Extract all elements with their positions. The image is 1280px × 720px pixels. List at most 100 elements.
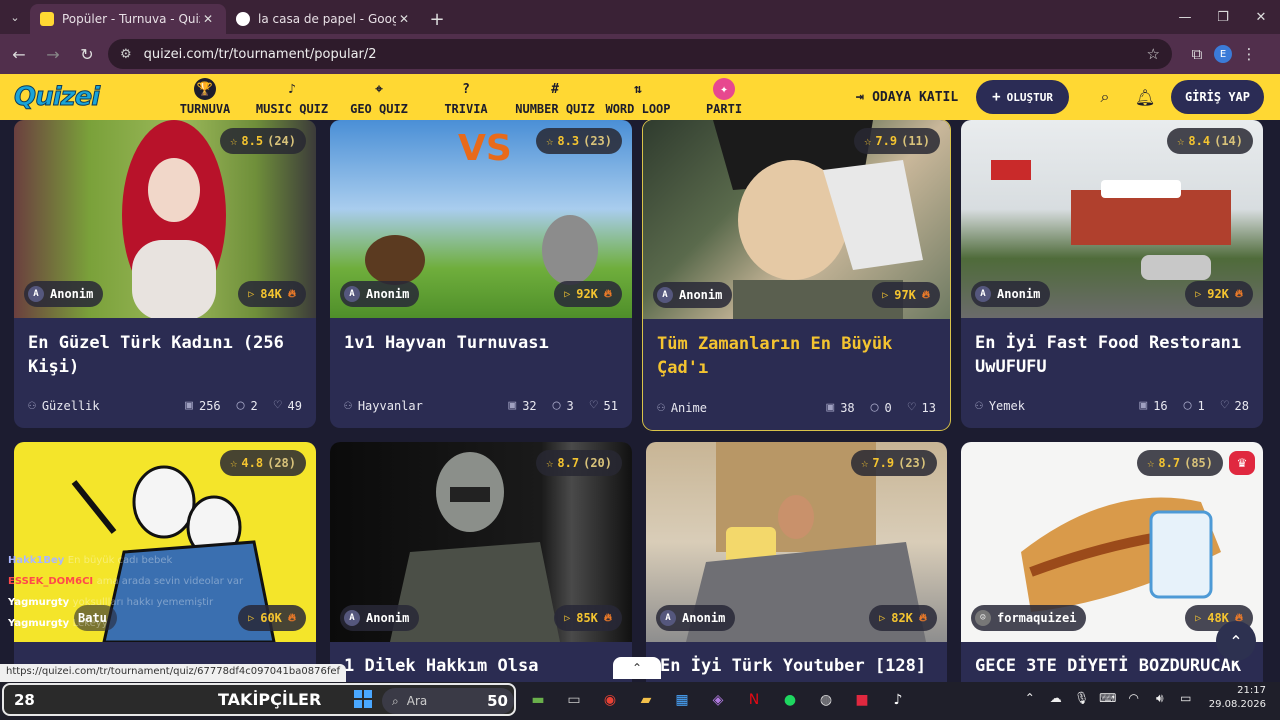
nav-label: GEO QUIZ xyxy=(350,102,408,116)
chevron-up-icon[interactable]: ⌃ xyxy=(613,657,661,679)
bell-icon[interactable]: 🔔︎ xyxy=(1125,88,1165,107)
clock-time: 21:17 xyxy=(1237,685,1266,696)
nav-geo-quiz[interactable]: ⌖ GEO QUIZ xyxy=(338,74,420,120)
extensions-icon[interactable]: ⧉ xyxy=(1180,45,1214,63)
author-chip[interactable]: A Anonim xyxy=(24,281,104,307)
comment-icon: ◯ xyxy=(1183,398,1192,413)
nav-music-quiz[interactable]: ♪ MUSIC QUIZ xyxy=(246,74,338,120)
landscape-widget-icon[interactable]: ▬ xyxy=(520,686,556,714)
keyboard-icon[interactable]: ⌨ xyxy=(1095,691,1121,705)
card-title[interactable]: 1v1 Hayvan Turnuvası xyxy=(344,331,620,355)
category[interactable]: ⚇ Güzellik xyxy=(28,398,169,413)
battery-icon[interactable]: ▭ xyxy=(1173,691,1199,705)
card-title[interactable]: En İyi Türk Youtuber [128] xyxy=(660,654,935,678)
search-icon: ⌕ xyxy=(392,693,399,708)
recorder-icon[interactable]: ■ xyxy=(844,686,880,714)
author-chip[interactable]: A Anonim xyxy=(971,281,1051,307)
category[interactable]: ⚇ Anime xyxy=(657,400,810,415)
login-arrow-icon: ⇥ xyxy=(855,89,865,105)
like-count[interactable]: ♡ 51 xyxy=(590,398,618,413)
address-bar[interactable]: ⚙ quizei.com/tr/tournament/popular/2 ☆ xyxy=(108,39,1172,69)
category[interactable]: ⚇ Yemek xyxy=(975,398,1123,413)
windows-start-icon[interactable] xyxy=(354,690,372,708)
browser-tab-strip: ⌄ Popüler - Turnuva - Quizei ✕ la casa d… xyxy=(0,0,1280,34)
nav-parti[interactable]: ✦ PARTI xyxy=(678,74,770,120)
forward-icon[interactable]: → xyxy=(38,39,68,69)
create-button[interactable]: + OLUŞTUR xyxy=(976,80,1069,114)
minimize-icon[interactable]: — xyxy=(1166,0,1204,34)
clock[interactable]: 21:17 29.08.2026 xyxy=(1209,684,1266,712)
join-room-button[interactable]: ⇥ ODAYA KATIL xyxy=(856,89,959,105)
like-count[interactable]: ♡ 13 xyxy=(908,400,936,415)
chat-message: Lekeyy xyxy=(72,618,108,629)
nav-trivia[interactable]: ? TRIVIA xyxy=(420,74,512,120)
card-title[interactable]: En İyi Fast Food Restoranı UwUFUFU xyxy=(975,331,1251,379)
card-meta: ⚇ Yemek ▣ 16 ◯ 1 ♡ 28 xyxy=(975,398,1249,413)
nav-turnuva[interactable]: 🏆 TURNUVA xyxy=(164,74,246,120)
images-icon: ▣ xyxy=(1139,398,1148,413)
close-window-icon[interactable]: ✕ xyxy=(1242,0,1280,34)
login-button[interactable]: GİRİŞ YAP xyxy=(1170,80,1264,114)
google-favicon-icon xyxy=(236,12,250,26)
category[interactable]: ⚇ Hayvanlar xyxy=(344,398,492,413)
tab-quizei[interactable]: Popüler - Turnuva - Quizei ✕ xyxy=(30,4,226,34)
new-tab-button[interactable]: + xyxy=(422,4,452,34)
tab-google[interactable]: la casa de papel - Google'da Ar ✕ xyxy=(226,4,422,34)
store-icon[interactable]: ▦ xyxy=(664,686,700,714)
photos-icon[interactable]: ◈ xyxy=(700,686,736,714)
card-title[interactable]: En Güzel Türk Kadını (256 Kişi) xyxy=(28,331,304,379)
maximize-icon[interactable]: ❐ xyxy=(1204,0,1242,34)
nav-word-loop[interactable]: ⇅ WORD LOOP xyxy=(598,74,678,120)
author-chip[interactable]: ☺ formaquizei xyxy=(971,605,1087,631)
taskbar-search[interactable]: ⌕ Ara 50 xyxy=(382,688,514,714)
profile-avatar[interactable]: E xyxy=(1214,45,1232,63)
nav-number-quiz[interactable]: # NUMBER QUIZ xyxy=(512,74,598,120)
card-title[interactable]: GECE 3TE DİYETİ BOZDURUCAK xyxy=(975,654,1251,678)
tiktok-icon[interactable]: ♪ xyxy=(880,686,916,714)
reload-icon[interactable]: ↻ xyxy=(72,39,102,69)
card-title[interactable]: 1 Dilek Hakkım Olsa xyxy=(344,654,620,678)
plays-count: 92K xyxy=(1207,287,1229,301)
quiz-card[interactable]: ☆ 7.9 (23) A Anonim ▷ 82K 🔥︎ En İyi Türk You… xyxy=(646,442,947,682)
author-chip[interactable]: A Anonim xyxy=(340,281,420,307)
comment-count-value: 2 xyxy=(250,398,258,413)
quiz-card[interactable]: ☆ 8.4 (14) A Anonim ▷ 92K 🔥︎ En İyi Fast Foo… xyxy=(961,120,1263,428)
folder-icon[interactable]: ▰ xyxy=(628,686,664,714)
author-chip[interactable]: A Anonim xyxy=(656,605,736,631)
search-placeholder: Ara xyxy=(406,694,428,708)
card-meta: ⚇ Güzellik ▣ 256 ◯ 2 ♡ 49 xyxy=(28,398,302,413)
author-chip[interactable]: A Anonim xyxy=(653,282,733,308)
quizei-logo[interactable]: Quizei xyxy=(14,82,164,113)
discord-icon[interactable]: ◍ xyxy=(808,686,844,714)
netflix-icon[interactable]: N xyxy=(736,686,772,714)
stream-chat-overlay: Hakk1Bey En büyük cadı bebek ESSEK_DOM6C… xyxy=(8,550,243,634)
author-chip[interactable]: A Anonim xyxy=(340,605,420,631)
url-text[interactable]: quizei.com/tr/tournament/popular/2 xyxy=(144,47,1147,62)
quizei-favicon-icon xyxy=(40,12,54,26)
task-view-icon[interactable]: ▭ xyxy=(556,686,592,714)
quiz-card[interactable]: ☆ 8.7 (20) A Anonim ▷ 85K 🔥︎ 1 Dilek Hakkım … xyxy=(330,442,632,682)
quiz-card[interactable]: VS ☆ 8.3 (23) A Anonim ▷ 92K 🔥︎ 1v1 Hayvan T… xyxy=(330,120,632,428)
close-tab-icon[interactable]: ✕ xyxy=(396,12,412,26)
chrome-icon[interactable]: ◉ xyxy=(592,686,628,714)
cloud-icon[interactable]: ☁ xyxy=(1043,691,1069,705)
volume-icon[interactable]: 🔊︎ xyxy=(1147,691,1173,706)
spotify-icon[interactable]: ● xyxy=(772,686,808,714)
quiz-card[interactable]: ☆ 8.5 (24) A Anonim ▷ 84K 🔥︎ En Güzel Türk K… xyxy=(14,120,316,428)
like-count[interactable]: ♡ 28 xyxy=(1221,398,1249,413)
menu-kebab-icon[interactable]: ⋮ xyxy=(1232,45,1266,63)
wifi-icon[interactable]: ◠ xyxy=(1121,691,1147,705)
site-info-icon[interactable]: ⚙ xyxy=(120,47,132,62)
scroll-to-top-button[interactable]: ⌃ xyxy=(1216,621,1256,661)
quiz-card[interactable]: ☆ 7.9 (11) A Anonim ▷ 97K 🔥︎ Tüm Zamanların … xyxy=(642,120,951,431)
bookmark-star-icon[interactable]: ☆ xyxy=(1147,45,1160,63)
like-count[interactable]: ♡ 49 xyxy=(274,398,302,413)
chevron-up-icon[interactable]: ⌃ xyxy=(1017,691,1043,705)
tab-search-button[interactable]: ⌄ xyxy=(0,0,30,34)
mic-icon[interactable]: 🎙︎ xyxy=(1069,691,1095,705)
card-title[interactable]: Tüm Zamanların En Büyük Çad'ı xyxy=(657,332,938,380)
close-tab-icon[interactable]: ✕ xyxy=(200,12,216,26)
back-icon[interactable]: ← xyxy=(4,39,34,69)
item-count-value: 38 xyxy=(840,400,855,415)
search-icon[interactable]: ⌕ xyxy=(1085,87,1125,107)
